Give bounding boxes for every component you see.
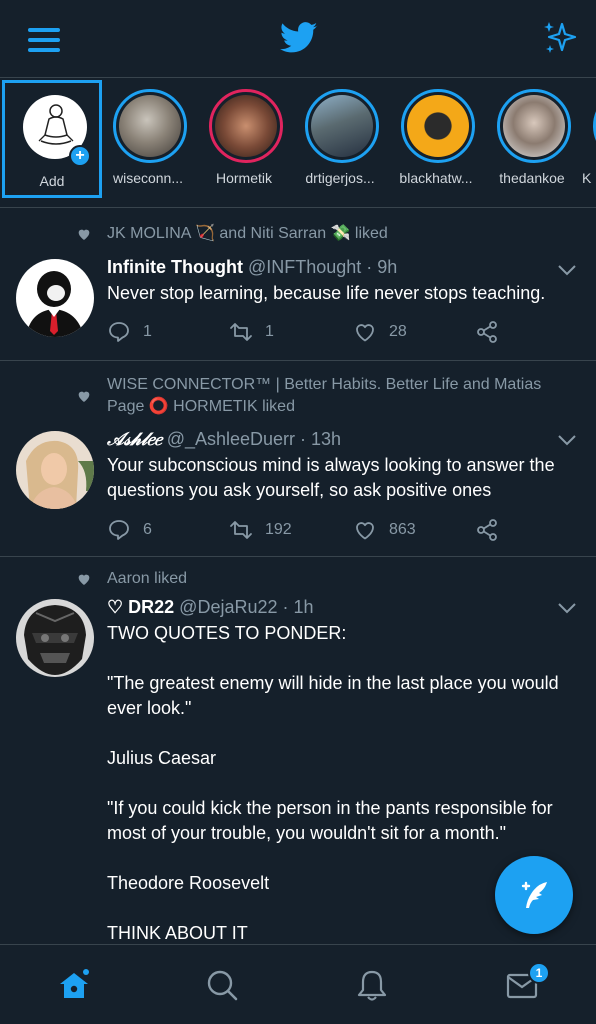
display-name[interactable]: Infinite Thought xyxy=(107,257,243,277)
reply-icon xyxy=(109,322,129,342)
messages-badge: 1 xyxy=(528,962,550,984)
chevron-down-icon[interactable] xyxy=(556,433,578,447)
social-context: WISE CONNECTOR™ | Better Habits. Better … xyxy=(107,376,542,415)
fleet-name: Add xyxy=(39,173,65,189)
reply-button[interactable]: 1 xyxy=(107,317,152,347)
like-button[interactable]: 863 xyxy=(353,515,416,545)
tweet-actions: 6 192 863 xyxy=(107,515,527,545)
twitter-bird-icon xyxy=(280,22,318,53)
reply-count: 6 xyxy=(143,521,152,538)
sparkle-icon[interactable] xyxy=(540,18,580,58)
avatar[interactable] xyxy=(16,259,94,337)
display-name[interactable]: 𝒜𝓈𝒽𝓁𝑒𝑒 xyxy=(107,429,162,450)
like-icon xyxy=(356,324,374,342)
avatar xyxy=(497,89,571,163)
fleet-item[interactable]: Hormetik xyxy=(198,78,290,198)
avatar[interactable] xyxy=(16,599,94,677)
reply-icon xyxy=(109,520,129,540)
share-button[interactable] xyxy=(475,317,499,347)
retweet-button[interactable]: 1 xyxy=(229,317,274,347)
add-plus-icon: + xyxy=(69,145,91,167)
avatar xyxy=(401,89,475,163)
display-name[interactable]: ♡ DR22 xyxy=(107,597,174,617)
avatar xyxy=(305,89,379,163)
fleet-item[interactable]: K xyxy=(582,78,596,198)
fleet-name: drtigerjos... xyxy=(305,170,375,186)
heart-icon xyxy=(78,574,90,585)
fleet-item[interactable]: thedankoe xyxy=(486,78,578,198)
heart-icon xyxy=(78,391,90,402)
fleet-name: blackhatw... xyxy=(399,170,473,186)
social-context: Aaron liked xyxy=(107,570,188,587)
tweet[interactable]: JK MOLINA 🏹 and Niti Sarran 💸 liked Infi… xyxy=(0,209,596,361)
chevron-down-icon[interactable] xyxy=(556,263,578,277)
retweet-button[interactable]: 192 xyxy=(229,515,292,545)
fleet-name: thedankoe xyxy=(499,170,565,186)
retweet-count: 192 xyxy=(265,521,292,538)
tweet[interactable]: WISE CONNECTOR™ | Better Habits. Better … xyxy=(0,361,596,557)
tweet-header: ♡ DR22 @DejaRu22 · 1h xyxy=(107,597,314,618)
fleets-row: + Add wiseconn... Hormetik drtigerjos...… xyxy=(0,78,596,208)
reply-count: 1 xyxy=(143,323,152,340)
fleet-item[interactable]: drtigerjos... xyxy=(294,78,386,198)
chevron-down-icon[interactable] xyxy=(556,601,578,615)
fleet-item[interactable]: wiseconn... xyxy=(102,78,194,198)
share-button[interactable] xyxy=(475,515,499,545)
fleet-item[interactable]: blackhatw... xyxy=(390,78,482,198)
like-count: 28 xyxy=(389,323,407,340)
reply-button[interactable]: 6 xyxy=(107,515,152,545)
top-bar xyxy=(0,0,596,78)
avatar[interactable] xyxy=(16,431,94,509)
like-button[interactable]: 28 xyxy=(353,317,407,347)
avatar xyxy=(209,89,283,163)
like-icon xyxy=(356,522,374,540)
compose-button[interactable] xyxy=(495,856,573,934)
retweet-count: 1 xyxy=(265,323,274,340)
handle-time: @_AshleeDuerr · 13h xyxy=(161,429,342,449)
handle-time: @DejaRu22 · 1h xyxy=(174,597,314,617)
fleet-name: K xyxy=(582,170,592,186)
handle-time: @INFThought · 9h xyxy=(242,257,398,277)
search-icon[interactable] xyxy=(204,967,240,1003)
social-context: JK MOLINA 🏹 and Niti Sarran 💸 liked xyxy=(107,225,388,242)
fleet-name: wiseconn... xyxy=(112,170,184,186)
retweet-icon xyxy=(230,521,252,539)
tweet-text: Your subconscious mind is always looking… xyxy=(107,455,560,500)
tweet-text: Never stop learning, because life never … xyxy=(107,283,546,303)
share-icon xyxy=(477,519,497,541)
share-icon xyxy=(477,321,497,343)
avatar xyxy=(113,89,187,163)
menu-icon[interactable] xyxy=(24,22,64,58)
tweet-actions: 1 1 28 xyxy=(107,317,527,347)
retweet-icon xyxy=(230,323,252,341)
tweet-header: Infinite Thought @INFThought · 9h xyxy=(107,257,397,278)
tweet-header: 𝒜𝓈𝒽𝓁𝑒𝑒 @_AshleeDuerr · 13h xyxy=(107,429,341,450)
compose-icon xyxy=(521,881,547,908)
heart-icon xyxy=(78,229,90,240)
home-icon[interactable] xyxy=(56,967,92,1003)
fleet-name: Hormetik xyxy=(215,170,272,186)
bell-icon[interactable] xyxy=(354,967,390,1003)
fleet-add[interactable]: + Add xyxy=(2,80,102,198)
bottom-nav xyxy=(0,944,596,1024)
like-count: 863 xyxy=(389,521,416,538)
